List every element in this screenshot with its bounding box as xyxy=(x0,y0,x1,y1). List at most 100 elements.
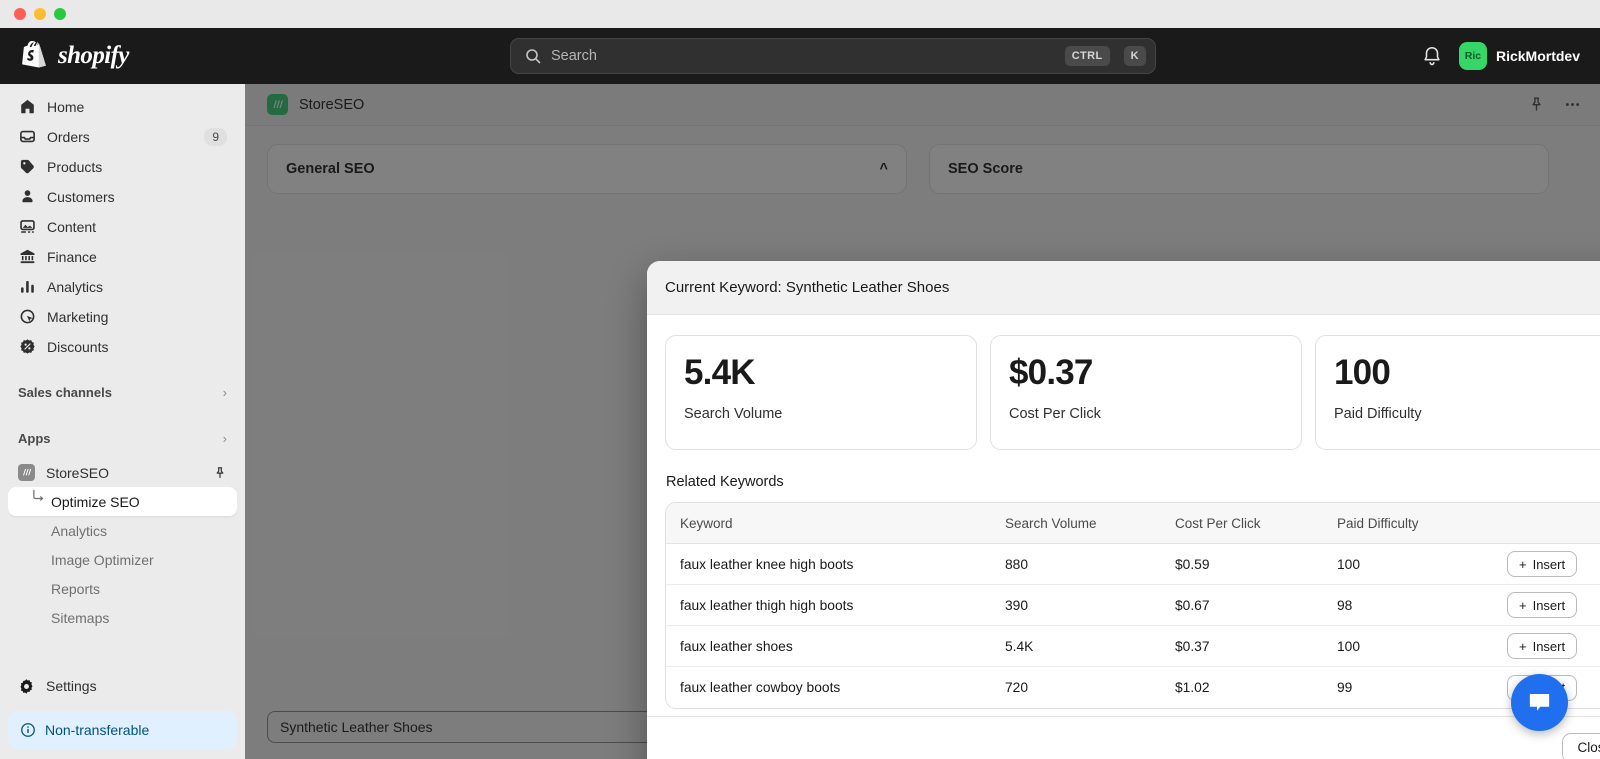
stat-search-volume: 5.4K Search Volume xyxy=(665,335,977,450)
global-search-box[interactable]: Search CTRL K xyxy=(509,38,1156,74)
sidebar-subitem-label: Optimize SEO xyxy=(51,493,140,510)
sidebar-item-label: Home xyxy=(47,98,85,115)
cell-search-volume: 390 xyxy=(1005,597,1029,613)
column-header-keyword: Keyword xyxy=(680,515,733,531)
window-close-button[interactable] xyxy=(14,8,26,20)
non-transferable-label: Non-transferable xyxy=(45,722,150,738)
content-image-icon xyxy=(18,218,36,236)
sidebar-item-content[interactable]: Content xyxy=(8,212,237,241)
stat-value: 100 xyxy=(1334,353,1391,392)
topbar-right-actions: Ric RickMortdev xyxy=(1421,42,1600,70)
products-tag-icon xyxy=(18,158,36,176)
insert-button[interactable]: + Insert xyxy=(1507,633,1578,659)
discounts-badge-icon xyxy=(18,338,36,356)
chat-bubble-icon xyxy=(1529,694,1550,711)
subnav-elbow-icon xyxy=(33,489,44,501)
search-shortcut-mod: CTRL xyxy=(1064,46,1110,66)
stat-value: 5.4K xyxy=(684,353,756,392)
sidebar-item-reports[interactable]: Reports xyxy=(8,574,237,603)
shopify-brand[interactable]: shopify xyxy=(0,41,245,71)
cell-cost-per-click: $1.02 xyxy=(1175,680,1210,695)
shopify-wordmark: shopify xyxy=(58,42,129,69)
chevron-right-icon: › xyxy=(222,430,227,446)
sidebar-item-home[interactable]: Home xyxy=(8,92,237,121)
sidebar-app-label: StoreSEO xyxy=(46,464,110,481)
search-shortcut-key: K xyxy=(1123,46,1146,66)
insert-button[interactable]: + Insert xyxy=(1507,592,1578,618)
cell-paid-difficulty: 100 xyxy=(1337,638,1361,654)
plus-icon: + xyxy=(1519,638,1527,654)
table-body: faux leather knee high boots 880 $0.59 1… xyxy=(666,544,1600,708)
chat-widget-button[interactable] xyxy=(1511,674,1568,731)
section-label: Sales channels xyxy=(18,384,112,400)
cell-search-volume: 5.4K xyxy=(1005,638,1034,654)
modal-footer: Close xyxy=(647,716,1600,759)
sidebar-settings-label: Settings xyxy=(46,678,97,694)
sidebar-item-products[interactable]: Products xyxy=(8,152,237,181)
sidebar-item-label: Marketing xyxy=(47,308,109,325)
sidebar-subitem-label: Image Optimizer xyxy=(51,551,154,568)
sidebar-item-marketing[interactable]: Marketing xyxy=(8,302,237,331)
main-content: StoreSEO General SEO ^ SEO Score xyxy=(245,84,1600,759)
sidebar: Home Orders 9 Products Customers Content… xyxy=(0,84,245,759)
insert-button-label: Insert xyxy=(1532,556,1566,572)
search-icon xyxy=(526,49,541,64)
sidebar-item-finance[interactable]: Finance xyxy=(8,242,237,271)
user-name: RickMortdev xyxy=(1495,48,1580,64)
info-circle-icon xyxy=(21,723,35,737)
sidebar-item-optimize-seo[interactable]: Optimize SEO xyxy=(8,487,237,516)
cell-paid-difficulty: 99 xyxy=(1337,680,1353,695)
stat-paid-difficulty: 100 Paid Difficulty xyxy=(1315,335,1600,450)
window-minimize-button[interactable] xyxy=(34,8,46,20)
plus-icon: + xyxy=(1519,556,1527,572)
sidebar-app-subitems: Optimize SEO Analytics Image Optimizer R… xyxy=(8,487,237,633)
sidebar-item-label: Content xyxy=(47,218,97,235)
chevron-right-icon: › xyxy=(222,384,227,400)
sidebar-primary-nav: Home Orders 9 Products Customers Content… xyxy=(0,92,245,362)
column-header-search-volume: Search Volume xyxy=(1005,515,1097,531)
window-zoom-button[interactable] xyxy=(54,8,66,20)
insert-button[interactable]: + Insert xyxy=(1507,551,1578,577)
sidebar-subitem-label: Analytics xyxy=(51,522,108,539)
keyword-stats: 5.4K Search Volume $0.37 Cost Per Click … xyxy=(665,335,1600,450)
non-transferable-notice[interactable]: Non-transferable xyxy=(8,711,237,749)
keyword-analytics-modal: Current Keyword: Synthetic Leather Shoes… xyxy=(647,261,1600,759)
avatar: Ric xyxy=(1458,42,1487,70)
column-header-paid-difficulty: Paid Difficulty xyxy=(1337,515,1419,531)
sidebar-footer: Settings Non-transferable xyxy=(0,671,245,759)
user-menu[interactable]: Ric RickMortdev xyxy=(1458,42,1580,70)
table-row: faux leather thigh high boots 390 $0.67 … xyxy=(666,585,1600,626)
related-keywords-heading: Related Keywords xyxy=(666,474,784,490)
global-topbar: shopify Search CTRL K Ric RickMortdev xyxy=(0,28,1600,84)
sidebar-item-discounts[interactable]: Discounts xyxy=(8,332,237,361)
sidebar-item-analytics[interactable]: Analytics xyxy=(8,272,237,301)
pin-icon[interactable] xyxy=(213,466,227,480)
cell-cost-per-click: $0.37 xyxy=(1175,638,1210,654)
marketing-target-icon xyxy=(18,308,36,326)
shopify-bag-icon xyxy=(22,41,46,68)
sidebar-app-row[interactable]: StoreSEO xyxy=(8,458,237,487)
close-button[interactable]: Close xyxy=(1562,732,1600,759)
modal-title: Current Keyword: Synthetic Leather Shoes xyxy=(665,279,950,296)
orders-count-badge: 9 xyxy=(204,127,227,146)
global-search-area: Search CTRL K xyxy=(245,38,1421,74)
sidebar-item-sitemaps[interactable]: Sitemaps xyxy=(8,603,237,632)
customers-person-icon xyxy=(18,188,36,206)
sidebar-item-customers[interactable]: Customers xyxy=(8,182,237,211)
bell-icon[interactable] xyxy=(1421,45,1443,67)
cell-cost-per-click: $0.67 xyxy=(1175,597,1210,613)
sidebar-section-apps[interactable]: Apps › xyxy=(0,422,245,454)
sidebar-section-sales-channels[interactable]: Sales channels › xyxy=(0,376,245,408)
sidebar-item-app-settings[interactable]: Settings xyxy=(8,632,237,633)
sidebar-item-image-optimizer[interactable]: Image Optimizer xyxy=(8,545,237,574)
home-icon xyxy=(18,98,36,116)
sidebar-item-analytics-app[interactable]: Analytics xyxy=(8,516,237,545)
plus-icon: + xyxy=(1519,597,1527,613)
sidebar-item-settings[interactable]: Settings xyxy=(0,671,245,701)
modal-header: Current Keyword: Synthetic Leather Shoes… xyxy=(647,261,1600,315)
stat-label: Search Volume xyxy=(684,405,783,422)
sidebar-item-label: Orders xyxy=(47,128,90,145)
sidebar-item-orders[interactable]: Orders 9 xyxy=(8,122,237,151)
global-search-placeholder: Search xyxy=(550,48,597,64)
cell-keyword: faux leather cowboy boots xyxy=(680,680,841,695)
